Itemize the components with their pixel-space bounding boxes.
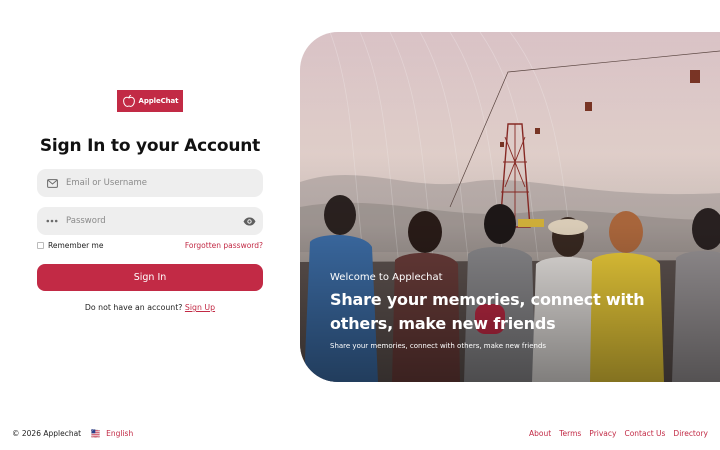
remember-forgot-row: Remember me Forgotten password?: [37, 239, 263, 251]
remember-label: Remember me: [48, 240, 104, 250]
footer-left: © 2026 Applechat English: [12, 429, 133, 438]
hero-headline: Share your memories, connect with others…: [330, 290, 645, 333]
password-dots-icon: [46, 215, 58, 227]
footer: © 2026 Applechat English About Terms Pri…: [12, 426, 708, 440]
sign-up-link[interactable]: Sign Up: [185, 303, 215, 312]
forgot-password-link[interactable]: Forgotten password?: [185, 241, 263, 250]
hero-image-panel: Welcome to Applechat Share your memories…: [300, 32, 720, 382]
footer-link-privacy[interactable]: Privacy: [589, 429, 616, 438]
language-selector[interactable]: English: [91, 429, 133, 438]
signup-prompt: Do not have an account? Sign Up: [37, 303, 263, 312]
mail-icon: [46, 177, 58, 189]
email-input[interactable]: [66, 178, 226, 188]
password-field[interactable]: [37, 207, 263, 235]
page-title: Sign In to your Account: [39, 136, 261, 156]
footer-link-contact[interactable]: Contact Us: [624, 429, 665, 438]
eye-icon[interactable]: [242, 215, 256, 227]
footer-link-directory[interactable]: Directory: [673, 429, 708, 438]
password-input[interactable]: [66, 216, 226, 226]
sign-in-button[interactable]: Sign In: [37, 264, 263, 291]
no-account-text: Do not have an account?: [84, 303, 183, 312]
language-label: English: [106, 428, 134, 438]
logo-text: AppleChat: [138, 97, 179, 105]
copyright: © 2026 Applechat: [12, 428, 82, 438]
remember-checkbox[interactable]: [37, 241, 44, 249]
footer-link-about[interactable]: About: [529, 429, 551, 438]
footer-link-terms[interactable]: Terms: [559, 429, 581, 438]
hero-welcome: Welcome to Applechat: [330, 272, 443, 283]
remember-me[interactable]: Remember me: [37, 241, 103, 250]
hero-overlay: Welcome to Applechat Share your memories…: [330, 272, 720, 350]
applechat-logo[interactable]: AppleChat: [117, 90, 183, 112]
email-field[interactable]: [37, 169, 263, 197]
apple-logo-icon: [122, 94, 135, 107]
login-panel: AppleChat Sign In to your Account Email …: [0, 0, 300, 410]
hero-subtext: Share your memories, connect with others…: [330, 342, 547, 350]
us-flag-icon: [91, 428, 101, 438]
footer-links: About Terms Privacy Contact Us Directory: [529, 429, 708, 438]
